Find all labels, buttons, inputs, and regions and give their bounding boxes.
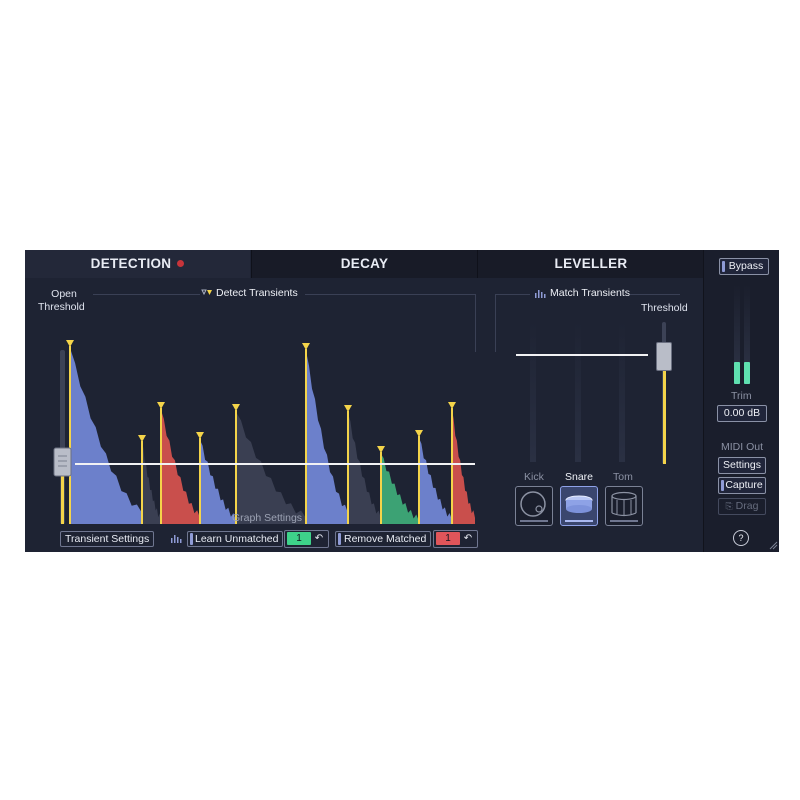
waveform-segment [419,438,452,524]
waveform [70,348,475,524]
undo-icon[interactable]: ↶ [461,532,475,545]
match-threshold-handle[interactable] [656,342,672,371]
transient-marker-head[interactable] [196,432,204,439]
remove-matched-button[interactable]: Remove Matched [335,531,432,547]
snare-drum-icon [565,495,593,522]
learn-unmatched-button[interactable]: Learn Unmatched [187,531,284,547]
remove-count: 1 [436,532,460,545]
learn-count-group: 1 ↶ [284,530,329,548]
trim-value-field[interactable]: 0.00 dB [717,405,767,422]
resize-grip-icon[interactable] [768,540,778,550]
transient-marker-head[interactable] [448,402,456,409]
tom-button[interactable] [605,486,643,526]
waveform-segment [236,412,306,524]
transient-marker-head[interactable] [377,446,385,453]
tom-drum-icon [610,491,638,522]
match-threshold-fill [663,368,666,464]
remove-matched-label: Remove Matched [344,533,427,545]
waveform-segment [142,443,161,524]
help-icon[interactable]: ? [733,530,749,546]
learn-unmatched-label: Learn Unmatched [195,533,279,545]
tom-label: Tom [613,471,633,483]
remove-toggle-indicator [338,533,341,545]
match-threshold-line [516,354,648,356]
waveform-segment [306,351,348,524]
snare-level-bar [575,322,581,462]
tab-decay[interactable]: DECAY [251,250,477,278]
snare-button[interactable] [560,486,598,526]
transient-marker-head[interactable] [138,435,146,442]
learn-count: 1 [287,532,311,545]
learn-toggle-indicator [190,533,193,545]
tab-detection[interactable]: DETECTION [25,250,250,278]
midi-settings-button[interactable]: Settings [718,457,766,474]
snare-label: Snare [565,471,594,483]
tab-detection-label: DETECTION [90,256,172,271]
transient-marker-head[interactable] [66,340,74,347]
waveform-segment [200,440,236,524]
transient-marker-head[interactable] [344,405,352,412]
kick-label: Kick [524,471,544,483]
kick-level-bar [530,322,536,462]
transient-marker-head[interactable] [232,404,240,411]
waveform-segment [161,410,200,524]
waveform-segment [70,348,142,524]
tab-decay-label: DECAY [340,256,389,271]
waveform-segment [452,410,475,524]
graph-settings-label[interactable]: Graph Settings [232,512,302,524]
bypass-toggle-indicator [722,261,725,272]
record-dot-icon [177,259,185,267]
open-threshold-handle[interactable] [53,447,72,477]
kick-button[interactable] [515,486,553,526]
tab-leveller-label: LEVELLER [554,256,628,271]
match-rule-right [630,294,680,295]
capture-label: Capture [725,479,763,491]
transient-marker-head[interactable] [157,402,165,409]
output-panel: Bypass Trim 0.00 dB MIDI Out Settings Ca… [703,250,779,552]
transient-graph[interactable] [25,278,480,528]
bypass-label: Bypass [728,260,764,272]
learn-icon [171,535,182,543]
match-rule-corner [495,294,496,352]
help-label: ? [738,533,744,543]
match-rule-left [495,294,530,295]
transient-marker-head[interactable] [415,430,423,437]
transient-settings-button[interactable]: Transient Settings [60,531,155,547]
meter-left-level [734,362,740,384]
capture-button[interactable]: Capture [718,477,766,494]
capture-toggle-indicator [721,480,724,491]
tab-leveller[interactable]: LEVELLER [477,250,704,278]
drag-button[interactable]: ⎘ Drag [718,498,766,515]
meter-right-level [744,362,750,384]
match-threshold-label: Threshold [641,302,688,314]
undo-icon[interactable]: ↶ [312,532,326,545]
remove-count-group: 1 ↶ [433,530,478,548]
match-transients-icon [535,290,546,298]
match-transients-label: Match Transients [550,287,630,299]
midi-out-label: MIDI Out [721,441,764,453]
plugin-window: DETECTION DECAY LEVELLER Open Threshold … [25,250,779,552]
bypass-button[interactable]: Bypass [719,258,769,275]
drag-icon: ⎘ [725,501,733,511]
drag-label: Drag [735,500,759,512]
tom-level-bar [619,322,625,462]
kick-drum-icon [520,491,548,522]
waveform-segment [348,413,381,524]
transient-marker-head[interactable] [302,343,310,350]
trim-label: Trim [731,390,752,402]
